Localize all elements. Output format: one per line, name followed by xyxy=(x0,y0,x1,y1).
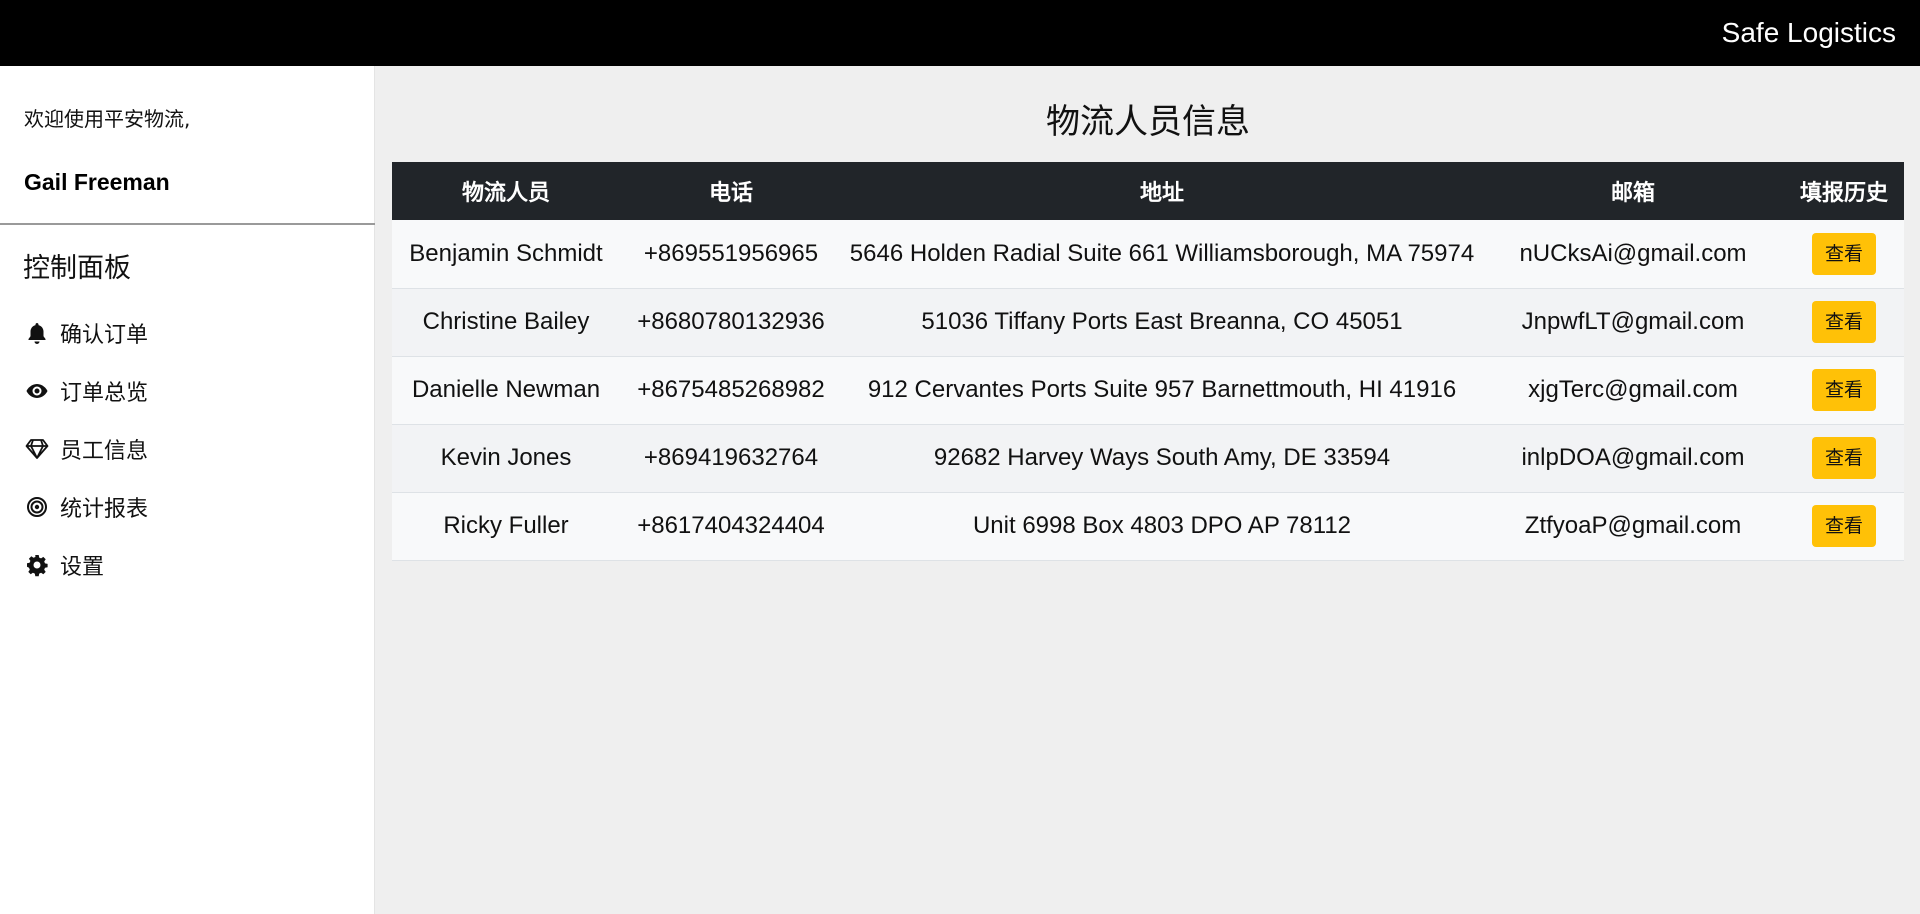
sidebar-item-label: 订单总览 xyxy=(60,381,149,406)
gear-icon xyxy=(24,552,50,578)
welcome-text: 欢迎使用平安物流, xyxy=(24,107,191,131)
cell-history: 查看 xyxy=(1784,424,1904,492)
cell-name: Benjamin Schmidt xyxy=(409,239,603,267)
cell-history: 查看 xyxy=(1784,220,1904,288)
main-content: 物流人员信息 物流人员 电话 地址 邮箱 填报历史 Benjamin Schmi… xyxy=(376,66,1920,914)
column-header-email: 邮箱 xyxy=(1610,180,1655,205)
staff-table: 物流人员 电话 地址 邮箱 填报历史 Benjamin Schmidt +869… xyxy=(392,162,1904,561)
control-panel-title: 控制面板 xyxy=(23,253,131,284)
sidebar-item-label: 员工信息 xyxy=(60,439,149,464)
sidebar-item-label: 设置 xyxy=(60,555,105,580)
table-body: Benjamin Schmidt +869551956965 5646 Hold… xyxy=(392,220,1904,560)
diamond-icon xyxy=(24,436,50,462)
cell-address: 51036 Tiffany Ports East Breanna, CO 450… xyxy=(921,308,1403,335)
sidebar-item-label: 统计报表 xyxy=(60,497,149,522)
table-header-row: 物流人员 电话 地址 邮箱 填报历史 xyxy=(392,162,1904,220)
table-row: Christine Bailey +8680780132936 51036 Ti… xyxy=(392,288,1904,356)
top-navbar: Safe Logistics xyxy=(0,0,1920,66)
view-history-button[interactable]: 查看 xyxy=(1812,369,1876,411)
table-row: Ricky Fuller +8617404324404 Unit 6998 Bo… xyxy=(392,492,1904,560)
cell-phone: +869419632764 xyxy=(643,444,819,471)
view-history-button[interactable]: 查看 xyxy=(1812,437,1876,479)
column-header-history: 填报历史 xyxy=(1799,180,1888,205)
cell-email: nUCksAi@gmail.com xyxy=(1519,239,1747,267)
cell-history: 查看 xyxy=(1784,356,1904,424)
cell-address: 5646 Holden Radial Suite 661 Williamsbor… xyxy=(849,239,1475,267)
cell-history: 查看 xyxy=(1784,492,1904,560)
sidebar-item-label: 确认订单 xyxy=(60,323,149,348)
view-history-button[interactable]: 查看 xyxy=(1812,301,1876,343)
bell-icon xyxy=(24,320,50,346)
column-header-phone: 电话 xyxy=(708,180,753,205)
cell-phone: +8680780132936 xyxy=(637,308,825,335)
sidebar-divider xyxy=(0,223,375,225)
sidebar-item-staff-info[interactable]: 员工信息 xyxy=(24,420,364,478)
brand-name[interactable]: Safe Logistics xyxy=(1722,17,1896,49)
sidebar-menu: 确认订单 订单总览 员工信息 统计报表 设置 xyxy=(24,304,364,594)
cell-address: Unit 6998 Box 4803 DPO AP 78112 xyxy=(972,512,1352,539)
cell-phone: +8617404324404 xyxy=(637,512,825,539)
sidebar-item-settings[interactable]: 设置 xyxy=(24,536,364,594)
target-icon xyxy=(24,494,50,520)
view-history-button[interactable]: 查看 xyxy=(1812,505,1876,547)
column-header-address: 地址 xyxy=(1139,180,1184,205)
cell-email: ZtfyoaP@gmail.com xyxy=(1524,512,1742,539)
cell-email: inlpDOA@gmail.com xyxy=(1521,444,1745,471)
cell-history: 查看 xyxy=(1784,288,1904,356)
cell-name: Danielle Newman xyxy=(411,376,601,403)
cell-name: Christine Bailey xyxy=(422,308,590,335)
table-header: 物流人员 电话 地址 邮箱 填报历史 xyxy=(392,162,1904,220)
cell-address: 92682 Harvey Ways South Amy, DE 33594 xyxy=(933,444,1391,471)
sidebar: 欢迎使用平安物流, Gail Freeman 控制面板 确认订单 订单总览 员工… xyxy=(0,66,375,914)
table-row: Kevin Jones +869419632764 92682 Harvey W… xyxy=(392,424,1904,492)
table-row: Benjamin Schmidt +869551956965 5646 Hold… xyxy=(392,220,1904,288)
page-title: 物流人员信息 xyxy=(1046,102,1250,142)
eye-icon xyxy=(24,378,50,404)
sidebar-item-confirm-orders[interactable]: 确认订单 xyxy=(24,304,364,362)
user-name: Gail Freeman xyxy=(24,169,170,195)
cell-email: JnpwfLT@gmail.com xyxy=(1521,308,1745,335)
sidebar-item-statistics[interactable]: 统计报表 xyxy=(24,478,364,536)
column-header-name: 物流人员 xyxy=(461,180,550,205)
cell-phone: +8675485268982 xyxy=(637,376,825,403)
cell-email: xjgTerc@gmail.com xyxy=(1528,376,1738,403)
cell-address: 912 Cervantes Ports Suite 957 Barnettmou… xyxy=(867,376,1457,403)
cell-phone: +869551956965 xyxy=(643,239,819,267)
cell-name: Kevin Jones xyxy=(440,444,572,471)
view-history-button[interactable]: 查看 xyxy=(1812,232,1876,275)
sidebar-item-order-overview[interactable]: 订单总览 xyxy=(24,362,364,420)
table-row: Danielle Newman +8675485268982 912 Cerva… xyxy=(392,356,1904,424)
cell-name: Ricky Fuller xyxy=(443,512,569,539)
